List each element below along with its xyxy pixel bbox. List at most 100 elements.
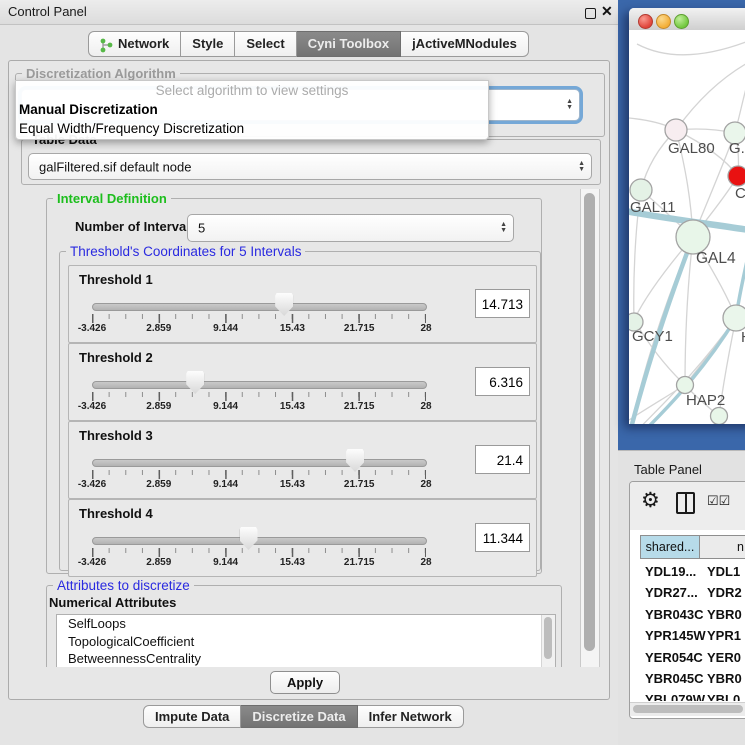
tab-infer-network[interactable]: Infer Network — [358, 705, 464, 728]
node-gal4[interactable] — [676, 220, 710, 254]
threshold-1-panel: Threshold 1 -3.426 2.859 9.144 15.43 21.… — [68, 265, 537, 343]
threshold-2-panel: Threshold 2 -3.426 2.859 9.144 15.43 21.… — [68, 343, 537, 421]
tick-label: 2.859 — [146, 557, 171, 568]
threshold-2-tick-labels: -3.426 2.859 9.144 15.43 21.715 28 — [92, 401, 426, 414]
table-row[interactable]: YBL079WYBL0 — [640, 689, 745, 701]
tab-cyni-toolbox[interactable]: Cyni Toolbox — [297, 31, 401, 57]
cyni-content-frame: Discretization Algorithm ▲▼ Select algor… — [8, 60, 610, 700]
tab-style-label: Style — [192, 32, 223, 56]
threshold-3-slider-track[interactable] — [92, 459, 427, 467]
node-hap2[interactable] — [677, 377, 694, 394]
column-header-name[interactable]: n — [700, 535, 745, 559]
float-window-icon[interactable] — [585, 8, 596, 19]
node-label-gcy1: GCY1 — [632, 328, 673, 345]
table-row[interactable]: YBR043CYBR0 — [640, 604, 745, 625]
network-graph: GAL80 G. C GAL11 GAL4 GCY1 H HAP2 — [629, 30, 745, 424]
gear-icon[interactable]: ⚙ — [641, 488, 660, 513]
columns-icon[interactable] — [676, 492, 695, 514]
node-gal80[interactable] — [665, 119, 687, 141]
algorithm-group-title: Discretization Algorithm — [22, 66, 180, 81]
tab-discretize-data[interactable]: Discretize Data — [241, 705, 357, 728]
threshold-2-value-field[interactable]: 6.316 — [475, 367, 530, 396]
select-columns-icons[interactable]: ☑☑ — [707, 493, 730, 509]
threshold-4-ticks — [92, 548, 426, 557]
table-data-combo[interactable]: galFiltered.sif default node ▲▼ — [28, 153, 592, 180]
threshold-2-slider-track[interactable] — [92, 381, 427, 389]
tick-label: 28 — [420, 557, 431, 568]
vertical-scrollbar-thumb[interactable] — [584, 193, 595, 651]
number-of-intervals-spinner[interactable]: 5 ▲▼ — [187, 214, 514, 242]
node-gal11[interactable] — [630, 179, 652, 201]
list-scrollbar-thumb[interactable] — [544, 617, 552, 659]
close-traffic-light-icon[interactable] — [638, 14, 653, 29]
horizontal-scrollbar-thumb[interactable] — [633, 705, 743, 713]
node-partial-h[interactable] — [723, 305, 745, 331]
cell: YBR045C — [640, 668, 707, 689]
minimize-traffic-light-icon[interactable] — [656, 14, 671, 29]
tab-impute-data[interactable]: Impute Data — [143, 705, 241, 728]
interval-definition-title: Interval Definition — [53, 191, 171, 206]
threshold-2-slider-thumb[interactable] — [186, 371, 204, 394]
node-bottom[interactable] — [711, 408, 728, 425]
tick-label: 2.859 — [146, 479, 171, 490]
attributes-group: Attributes to discretize Numerical Attri… — [46, 585, 562, 677]
table-row[interactable]: YDL19...YDL1 — [640, 561, 745, 582]
list-scrollbar[interactable] — [541, 615, 555, 667]
tab-select-label: Select — [246, 32, 284, 56]
dropdown-item-equal-width[interactable]: Equal Width/Frequency Discretization — [16, 119, 488, 138]
network-window-titlebar[interactable] — [629, 8, 745, 31]
threshold-1-slider-thumb[interactable] — [275, 293, 293, 316]
tick-label: 15.43 — [280, 323, 305, 334]
number-of-intervals-label: Number of Intervals — [75, 219, 197, 234]
threshold-3-slider-thumb[interactable] — [346, 449, 364, 472]
tick-label: -3.426 — [78, 479, 106, 490]
apply-button[interactable]: Apply — [270, 671, 340, 694]
table-panel-title: Table Panel — [634, 462, 702, 477]
network-icon — [100, 37, 113, 52]
cell: YDL19... — [640, 561, 707, 582]
tab-select[interactable]: Select — [235, 31, 296, 57]
threshold-1-value-field[interactable]: 14.713 — [475, 289, 530, 318]
table-body[interactable]: YDL19...YDL1 YDR27...YDR2 YBR043CYBR0 YP… — [640, 561, 745, 701]
tab-style[interactable]: Style — [181, 31, 235, 57]
numerical-attributes-list[interactable]: SelfLoops TopologicalCoefficient Between… — [56, 614, 556, 668]
cell: YER054C — [640, 647, 707, 668]
threshold-4-slider-thumb[interactable] — [240, 527, 258, 550]
list-item-selfloops[interactable]: SelfLoops — [57, 615, 555, 633]
table-row[interactable]: YER054CYER0 — [640, 647, 745, 668]
dropdown-item-manual-discretization[interactable]: Manual Discretization — [16, 100, 488, 119]
threshold-4-slider-track[interactable] — [92, 537, 427, 545]
tab-network[interactable]: Network — [88, 31, 181, 57]
list-item-topologicalcoefficient[interactable]: TopologicalCoefficient — [57, 633, 555, 651]
vertical-scrollbar[interactable] — [580, 189, 600, 667]
cell: YBL0 — [707, 689, 740, 701]
dropdown-hint-item[interactable]: Select algorithm to view settings — [16, 81, 488, 100]
threshold-3-value-field[interactable]: 21.4 — [475, 445, 530, 474]
node-red-selected[interactable] — [728, 166, 745, 186]
table-row[interactable]: YPR145WYPR1 — [640, 625, 745, 646]
tick-label: 2.859 — [146, 401, 171, 412]
tick-label: 15.43 — [280, 401, 305, 412]
tab-jactivemnodules[interactable]: jActiveMNodules — [401, 31, 529, 57]
top-tab-bar: Network Style Select Cyni Toolbox jActiv… — [88, 31, 529, 55]
network-canvas[interactable]: GAL80 G. C GAL11 GAL4 GCY1 H HAP2 — [629, 30, 745, 424]
list-item-betweennesscentrality[interactable]: BetweennessCentrality — [57, 650, 555, 668]
threshold-2-label: Threshold 2 — [79, 350, 153, 365]
tab-impute-label: Impute Data — [155, 706, 229, 727]
tick-label: 15.43 — [280, 557, 305, 568]
numerical-attributes-label: Numerical Attributes — [49, 595, 176, 610]
tick-label: 9.144 — [213, 323, 238, 334]
column-header-shared-name[interactable]: shared... — [640, 535, 700, 559]
zoom-traffic-light-icon[interactable] — [674, 14, 689, 29]
intervals-value: 5 — [198, 221, 205, 236]
threshold-1-label: Threshold 1 — [79, 272, 153, 287]
threshold-4-value-field[interactable]: 11.344 — [475, 523, 530, 552]
threshold-3-label: Threshold 3 — [79, 428, 153, 443]
horizontal-scrollbar[interactable] — [630, 702, 745, 716]
table-row[interactable]: YBR045CYBR0 — [640, 668, 745, 689]
table-row[interactable]: YDR27...YDR2 — [640, 582, 745, 603]
close-icon[interactable]: ✕ — [601, 3, 613, 20]
cell: YER0 — [707, 647, 741, 668]
cell: YBR0 — [707, 668, 742, 689]
threshold-1-slider-track[interactable] — [92, 303, 427, 311]
